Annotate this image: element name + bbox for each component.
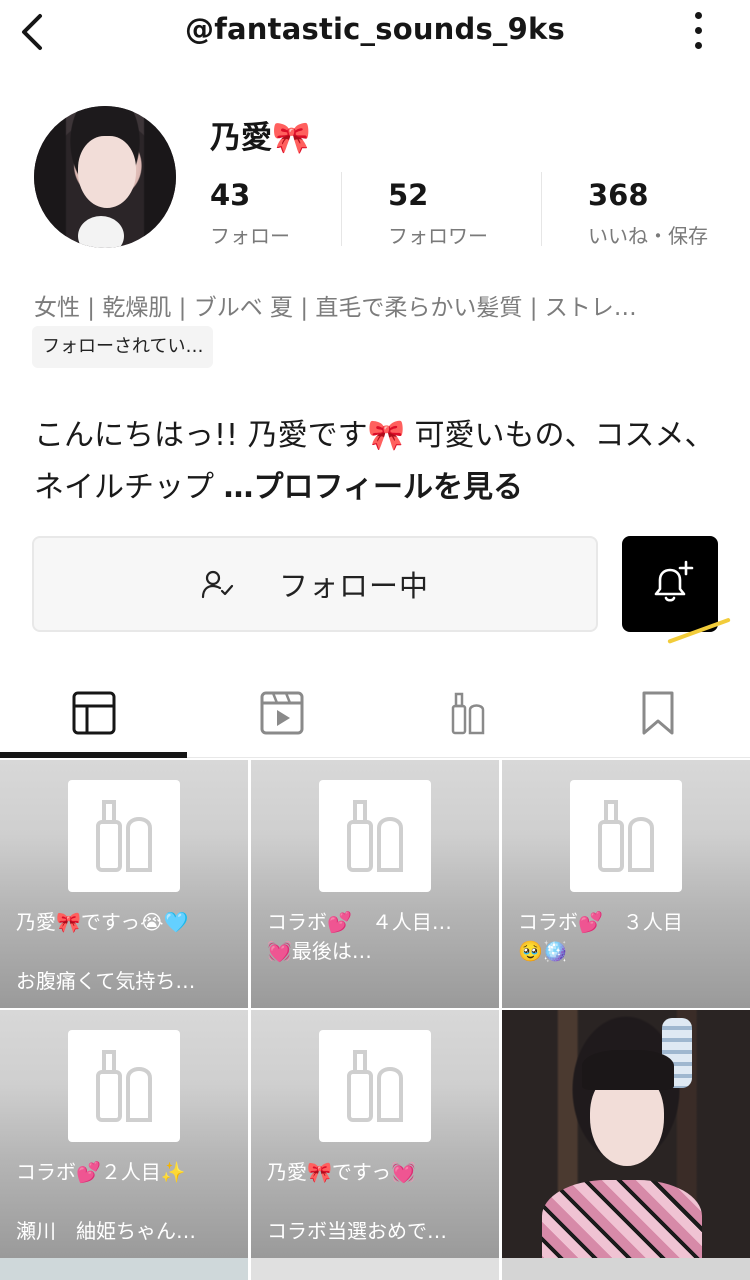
post-caption: コラボ💕 ４人目… 💓最後は… (267, 910, 452, 963)
divider (341, 172, 342, 246)
stat-followers[interactable]: 52 フォロワー (388, 178, 488, 249)
stat-following[interactable]: 43 フォロー (210, 178, 290, 249)
follows-you-badge: フォローされてい… (32, 326, 214, 368)
tab-saved[interactable] (564, 668, 750, 758)
grid-icon (72, 691, 115, 735)
post-caption: 乃愛🎀ですっ😭🩵 (16, 910, 189, 934)
cosmetics-placeholder-icon (319, 1030, 431, 1142)
stat-value: 52 (388, 178, 429, 212)
profile-tags[interactable]: 女性 | 乾燥肌 | ブルベ 夏 | 直毛で柔らかい髪質 | ストレ… (34, 288, 724, 322)
post-tile[interactable]: 乃愛🎀ですっ💓 コラボ当選おめで… (251, 1010, 499, 1258)
post-tile[interactable]: 乃愛🎀ですっ😭🩵 お腹痛くて気持ち… (0, 760, 248, 1008)
stat-label: フォロワー (388, 224, 488, 248)
cosmetics-placeholder-icon (68, 780, 180, 892)
user-check-icon (201, 570, 234, 599)
notify-button[interactable] (622, 536, 718, 632)
divider (541, 172, 542, 246)
following-label: フォロー中 (278, 569, 429, 603)
tab-videos[interactable] (188, 668, 375, 758)
post-tile[interactable]: コラボ💕２人目✨ 瀬川 紬姫ちゃん… (0, 1010, 248, 1258)
post-tile[interactable]: コラボ💕 ３人目 🥹🪩 (502, 760, 750, 1008)
post-subcaption: コラボ当選おめで… (267, 1219, 447, 1243)
post-caption: コラボ💕 ３人目 🥹🪩 (518, 910, 683, 963)
following-button[interactable]: フォロー中 (32, 536, 598, 632)
stat-value: 43 (210, 178, 251, 212)
stat-label: いいね・保存 (588, 224, 708, 248)
post-caption: コラボ💕２人目✨ (16, 1160, 186, 1184)
tab-cosmetics[interactable] (376, 668, 563, 758)
post-tile-photo[interactable] (502, 1010, 750, 1258)
cosmetics-placeholder-icon (68, 1030, 180, 1142)
display-name: 乃愛🎀 (210, 120, 311, 156)
post-subcaption: 瀬川 紬姫ちゃん… (16, 1219, 196, 1243)
cosmetics-icon (451, 692, 484, 735)
page-title: @fantastic_sounds_9ks (185, 12, 565, 46)
profile-tabs (0, 668, 750, 758)
post-subcaption: お腹痛くて気持ち… (16, 969, 196, 993)
bell-plus-icon (654, 560, 694, 602)
bookmark-icon (642, 691, 673, 735)
avatar[interactable] (34, 106, 176, 248)
cosmetics-placeholder-icon (570, 780, 682, 892)
video-icon (260, 691, 303, 735)
tab-posts[interactable] (0, 668, 187, 758)
view-profile-link[interactable]: …プロフィールを見る (224, 470, 523, 505)
active-tab-indicator (0, 752, 187, 758)
stat-value: 368 (588, 178, 649, 212)
posts-grid: 乃愛🎀ですっ😭🩵 お腹痛くて気持ち… コラボ💕 ４人目… 💓最後は… コラボ💕 … (0, 760, 750, 1280)
top-bar: @fantastic_sounds_9ks (0, 0, 750, 64)
post-caption: 乃愛🎀ですっ💓 (267, 1160, 417, 1184)
next-row-peek (0, 1258, 750, 1280)
cosmetics-placeholder-icon (319, 780, 431, 892)
more-dot-icon (694, 27, 702, 34)
more-dot-icon (694, 42, 702, 49)
bio: こんにちはっ!! 乃愛です🎀 可愛いもの、コスメ、ネイルチップ …プロフィールを… (34, 410, 724, 514)
stat-likes-saves[interactable]: 368 いいね・保存 (588, 178, 708, 249)
post-tile[interactable]: コラボ💕 ４人目… 💓最後は… (251, 760, 499, 1008)
stat-label: フォロー (210, 224, 290, 248)
more-options-button[interactable] (690, 8, 706, 54)
more-dot-icon (694, 12, 702, 19)
